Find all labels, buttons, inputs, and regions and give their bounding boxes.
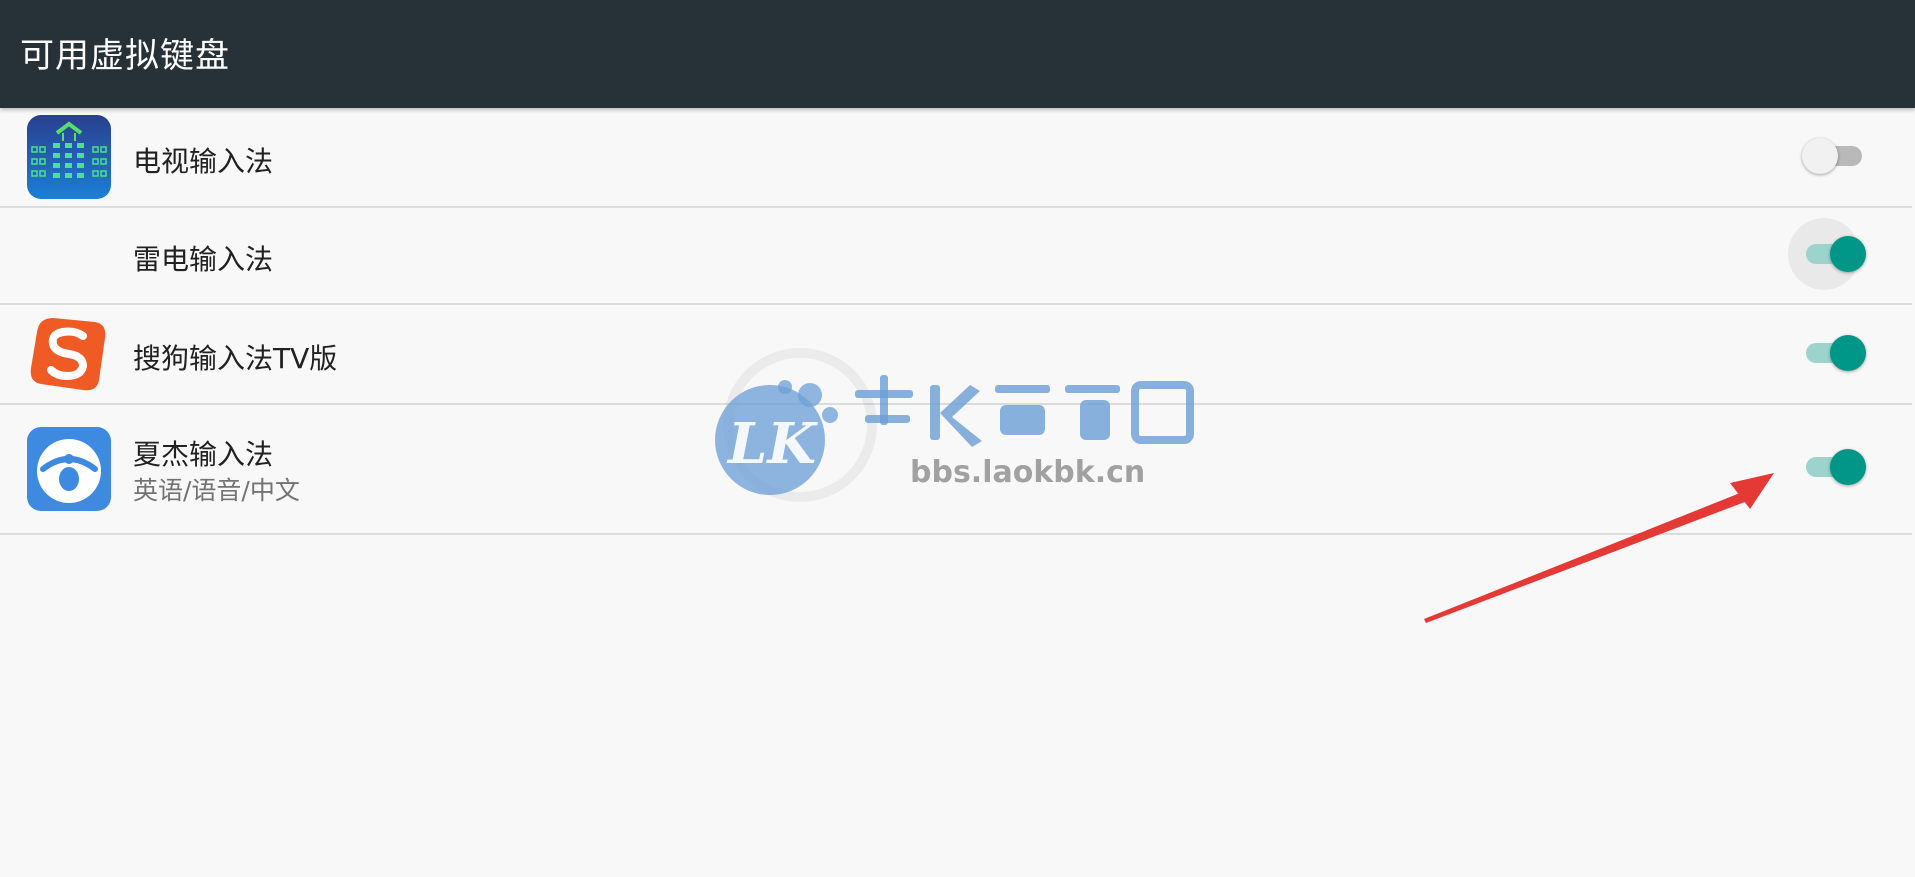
- list-item-leidian-keyboard[interactable]: 雷电输入法: [0, 208, 1912, 305]
- keyboard-name: 电视输入法: [133, 145, 274, 178]
- toggle-thumb: [1830, 236, 1866, 272]
- toggle-thumb: [1830, 335, 1866, 371]
- enable-toggle[interactable]: [1802, 138, 1862, 174]
- toggle-thumb: [1802, 138, 1838, 174]
- app-bar: 可用虚拟键盘: [0, 0, 1915, 108]
- keyboard-languages: 英语/语音/中文: [133, 476, 300, 505]
- list-item-xiajie-keyboard[interactable]: 夏杰输入法 英语/语音/中文: [0, 405, 1912, 535]
- keyboard-name: 雷电输入法: [133, 243, 274, 276]
- enable-toggle[interactable]: [1806, 335, 1866, 371]
- keyboard-name: 搜狗输入法TV版: [133, 342, 338, 375]
- keyboard-list: 电视输入法 雷电输入法 搜狗输入法TV版 夏杰输入法 英语/语音/中文: [0, 108, 1912, 535]
- toggle-thumb: [1830, 449, 1866, 485]
- tv-keyboard-icon: [27, 115, 111, 199]
- enable-toggle[interactable]: [1806, 449, 1866, 485]
- xiajie-icon: [27, 427, 111, 511]
- page-title: 可用虚拟键盘: [20, 36, 230, 76]
- list-item-tv-keyboard[interactable]: 电视输入法: [0, 108, 1912, 208]
- enable-toggle[interactable]: [1788, 218, 1866, 290]
- settings-screen: 可用虚拟键盘 电视输入法 雷电输入法 搜狗输入法TV版 夏杰输入法 英语/语音/…: [0, 0, 1915, 877]
- list-item-sogou-keyboard[interactable]: 搜狗输入法TV版: [0, 305, 1912, 405]
- sogou-icon: [27, 312, 111, 396]
- keyboard-name: 夏杰输入法: [133, 438, 274, 471]
